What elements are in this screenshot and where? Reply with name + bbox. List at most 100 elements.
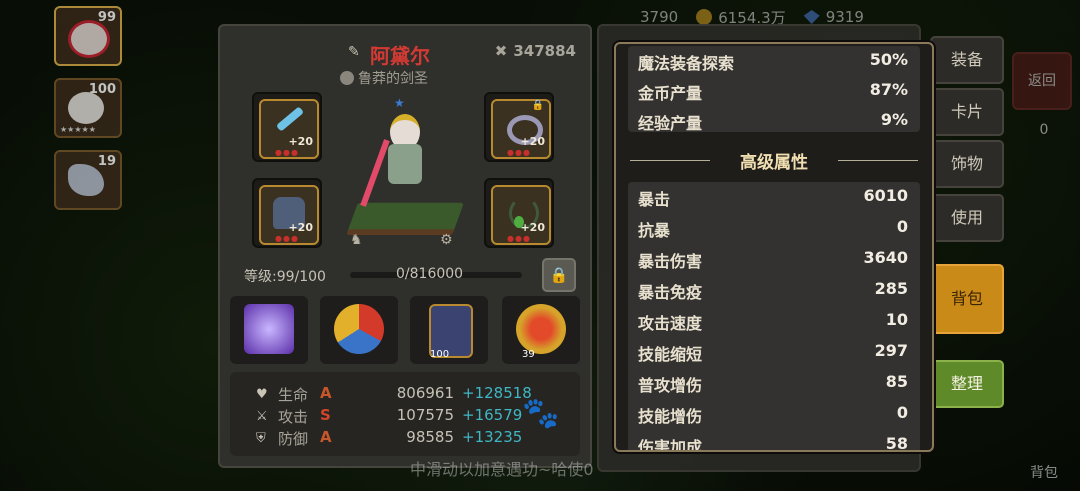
sort-button[interactable]: 整理 <box>930 360 1004 408</box>
bag-label[interactable]: 背包 <box>1016 462 1072 482</box>
skill-slot[interactable] <box>320 296 398 364</box>
attr-row: 经验产量 9% <box>638 110 914 138</box>
hero-detail-panel: ✎ 阿黛尔 ✖ 347884 鲁莽的剑圣 +20 ●●● 🔒 +20 ●●● +2… <box>218 24 592 468</box>
attr-row: 技能缩短 297 <box>638 341 914 369</box>
shield-icon: ⛨ <box>256 431 266 446</box>
tab-accessories[interactable]: 饰物 <box>930 140 1004 188</box>
base-stats: ♥ 生命 A 806961 +128518 ⚔ 攻击 S 107575 +165… <box>230 372 580 456</box>
attr-name: 技能缩短 <box>638 345 703 364</box>
attr-value: 285 <box>874 279 908 298</box>
attr-name: 暴击伤害 <box>638 252 703 271</box>
settings-icon[interactable]: ⚙ <box>440 232 453 248</box>
paw-icon[interactable]: 🐾 <box>522 396 559 432</box>
attr-row: 普攻增伤 85 <box>638 372 914 400</box>
attr-name: 暴击免疫 <box>638 283 703 302</box>
bag-button[interactable]: 背包 <box>930 264 1004 334</box>
hero-model-stage <box>346 96 466 246</box>
gem-icon <box>803 10 820 24</box>
sword-icon <box>275 106 305 132</box>
lock-button[interactable]: 🔒 <box>542 258 576 292</box>
attr-row: 伤害加成 58 <box>638 434 914 452</box>
stat-label: 生命 <box>278 386 309 404</box>
tab-cards[interactable]: 卡片 <box>930 88 1004 136</box>
scrolling-message: 中滑动以加意遇功~哈使0 <box>410 460 594 479</box>
attr-value: 87% <box>869 80 908 99</box>
stat-grade: S <box>320 406 331 424</box>
hero-list: 99 100 ★★★★★ 19 <box>54 6 214 222</box>
whirlwind-skill-icon <box>244 304 294 354</box>
attr-row: 金币产量 87% <box>638 80 914 108</box>
attr-name: 攻击速度 <box>638 314 703 333</box>
hero-card[interactable]: 99 <box>54 6 122 66</box>
skill-slot[interactable]: 100 <box>410 296 488 364</box>
skill-slot[interactable] <box>230 296 308 364</box>
stat-label: 攻击 <box>278 408 309 426</box>
attribute-tooltip: 魔法装备探索 50% 金币产量 87% 经验产量 9% 高级属性 暴击 6010 抗暴 0… <box>614 42 934 452</box>
star-icon: ★ <box>394 96 405 110</box>
xp-text: 0/816000 <box>396 266 464 282</box>
stat-row-hp: ♥ 生命 A 806961 +128518 <box>256 384 556 406</box>
enhance-level: +20 <box>520 135 545 148</box>
item-count: 39 <box>522 349 535 360</box>
basic-attributes: 魔法装备探索 50% 金币产量 87% 经验产量 9% <box>628 46 920 133</box>
hero-name-row: ✎ 阿黛尔 ✖ 347884 <box>220 40 590 68</box>
equip-slot-ring[interactable]: 🔒 +20 ●●● <box>484 92 554 162</box>
equip-slot-armor[interactable]: +20 ●●● <box>252 178 322 248</box>
attr-value: 50% <box>869 50 908 69</box>
advanced-attributes: 暴击 6010 抗暴 0 暴击伤害 3640 暴击免疫 285 攻击速度 10 技能缩短 2… <box>628 182 920 452</box>
stat-bonus: +16579 <box>462 406 523 424</box>
attr-row: 技能增伤 0 <box>638 403 914 431</box>
attr-value: 0 <box>896 403 908 422</box>
stat-label: 防御 <box>278 430 309 448</box>
equip-slot-necklace[interactable]: +20 ●●● <box>484 178 554 248</box>
hero-sprite <box>360 114 428 207</box>
enhance-level: +20 <box>288 221 313 234</box>
attr-value: 3640 <box>863 248 908 267</box>
attr-value: 58 <box>885 434 908 452</box>
hero-level: 99 <box>97 10 116 25</box>
grass-platform <box>346 202 464 236</box>
item-count-text: 0 <box>1039 122 1049 138</box>
use-button[interactable]: 使用 <box>930 194 1004 242</box>
attr-name: 抗暴 <box>638 221 671 240</box>
battle-power: ✖ 347884 <box>495 42 576 60</box>
stat-grade: A <box>320 428 332 446</box>
stat-value: 806961 <box>396 384 454 402</box>
element-wheel-icon <box>334 304 384 354</box>
hero-stars: ★★★★★ <box>60 125 96 134</box>
stat-bonus: +13235 <box>462 428 523 446</box>
stat-row-defense: ⛨ 防御 A 98585 +13235 <box>256 428 556 450</box>
costume-icon[interactable]: ♞ <box>350 232 363 248</box>
tab-equipment[interactable]: 装备 <box>930 36 1004 84</box>
attr-row: 抗暴 0 <box>638 217 914 245</box>
equip-slot-weapon[interactable]: +20 ●●● <box>252 92 322 162</box>
attr-name: 经验产量 <box>638 114 703 133</box>
hero-level: 100 <box>88 82 116 97</box>
fire-emblem-icon <box>516 304 566 354</box>
heart-icon: ♥ <box>256 387 268 402</box>
hero-card[interactable]: 19 <box>54 150 122 210</box>
attr-value: 10 <box>885 310 908 329</box>
hero-name: 阿黛尔 <box>370 44 430 68</box>
sword-icon: ⚔ <box>256 409 268 424</box>
stat-value: 107575 <box>396 406 454 424</box>
hero-card[interactable]: 100 ★★★★★ <box>54 78 122 138</box>
skill-slot[interactable]: 39 <box>502 296 580 364</box>
hero-title: 鲁莽的剑圣 <box>340 68 428 88</box>
hero-portrait <box>68 20 110 58</box>
info-icon[interactable] <box>340 71 354 85</box>
stat-grade: A <box>320 384 332 402</box>
level-text: 等级:99/100 <box>244 269 326 285</box>
gem-sockets: ●●● <box>275 148 299 157</box>
hero-body <box>388 144 422 184</box>
attr-name: 金币产量 <box>638 84 703 103</box>
back-button[interactable]: 返回 <box>1012 52 1072 110</box>
attr-row: 攻击速度 10 <box>638 310 914 338</box>
attr-row: 暴击 6010 <box>638 186 914 214</box>
attr-row: 暴击伤害 3640 <box>638 248 914 276</box>
stat-row-attack: ⚔ 攻击 S 107575 +16579 <box>256 406 556 428</box>
pencil-icon[interactable]: ✎ <box>348 44 364 60</box>
gold-coin-icon <box>696 9 713 25</box>
crossed-swords-icon: ✖ <box>494 42 508 60</box>
sword-sprite <box>360 139 390 207</box>
